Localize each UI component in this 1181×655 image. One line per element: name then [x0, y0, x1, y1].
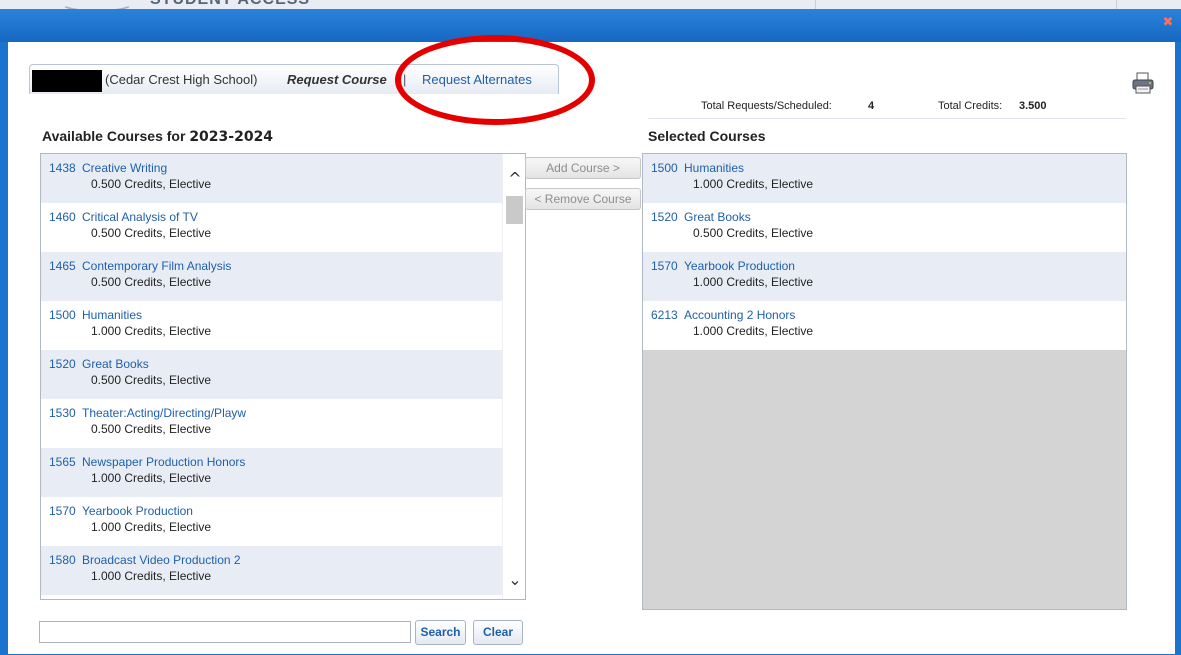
school-year: 2023-2024	[189, 129, 274, 145]
course-credits: 0.500 Credits, Elective	[91, 177, 212, 191]
course-request-dialog: ✖ (Cedar Crest High School) Request Cour…	[0, 9, 1181, 655]
course-credits: 0.500 Credits, Elective	[91, 275, 212, 289]
totals-divider	[648, 118, 1126, 119]
search-button[interactable]: Search	[415, 620, 466, 645]
course-list-item[interactable]: 1520 Great Books 0.500 Credits, Elective	[41, 350, 525, 399]
course-name[interactable]: Yearbook Production	[82, 504, 193, 518]
course-number: 1580	[49, 553, 76, 567]
course-list-item[interactable]: 1580 Broadcast Video Production 2 1.000 Cr…	[41, 546, 525, 595]
dialog-content: (Cedar Crest High School) Request Course…	[8, 35, 1175, 654]
course-name[interactable]: Newspaper Production Honors	[82, 455, 245, 469]
dialog-titlebar: ✖	[0, 9, 1181, 42]
course-credits: 0.500 Credits, Elective	[91, 226, 212, 240]
course-number: 1500	[49, 308, 76, 322]
course-number: 1520	[49, 357, 76, 371]
course-credits: 1.000 Credits, Elective	[693, 177, 814, 191]
course-name[interactable]: Creative Writing	[82, 161, 167, 175]
list-scrollbar[interactable]: ^ ⌄	[502, 154, 525, 599]
background-title: STUDENT ACCESS	[150, 0, 310, 9]
course-credits: 1.000 Credits, Elective	[693, 324, 814, 338]
course-list-item[interactable]: 6213 Accounting 2 Honors 1.000 Credits, El…	[643, 301, 1126, 350]
course-number: 1565	[49, 455, 76, 469]
course-name[interactable]: Great Books	[684, 210, 751, 224]
chevron-up-icon[interactable]: ^	[507, 171, 523, 187]
course-credits: 1.000 Credits, Elective	[91, 471, 212, 485]
total-requests-label: Total Requests/Scheduled:	[701, 100, 832, 112]
student-name-redacted	[32, 70, 102, 92]
course-list-item[interactable]: 1500 Humanities 1.000 Credits, Elective	[41, 301, 525, 350]
course-number: 1465	[49, 259, 76, 273]
background-panel	[815, 0, 1117, 9]
course-credits: 0.500 Credits, Elective	[693, 226, 814, 240]
course-number: 1570	[651, 259, 678, 273]
selected-courses-list[interactable]: 1500 Humanities 1.000 Credits, Elective 152…	[642, 153, 1127, 610]
course-list-item[interactable]: 1570 Yearbook Production 1.000 Credits, El…	[41, 497, 525, 546]
course-name[interactable]: Critical Analysis of TV	[82, 210, 198, 224]
course-number: 1570	[49, 504, 76, 518]
clear-button[interactable]: Clear	[473, 620, 523, 645]
search-input[interactable]	[39, 621, 411, 643]
remove-course-button[interactable]: < Remove Course	[525, 188, 641, 210]
close-icon[interactable]: ✖	[1161, 16, 1175, 30]
course-list-item[interactable]: 1460 Critical Analysis of TV 0.500 Credits…	[41, 203, 525, 252]
tab-request-course[interactable]: Request Course	[287, 72, 387, 87]
total-credits-value: 3.500	[1019, 100, 1047, 112]
course-number: 1500	[651, 161, 678, 175]
course-name[interactable]: Great Books	[82, 357, 149, 371]
course-credits: 1.000 Credits, Elective	[693, 275, 814, 289]
course-name[interactable]: Humanities	[684, 161, 744, 175]
course-name[interactable]: Humanities	[82, 308, 142, 322]
course-list-item[interactable]: 1530 Theater:Acting/Directing/Playw 0.500 …	[41, 399, 525, 448]
total-credits-label: Total Credits:	[938, 100, 1003, 112]
total-requests-value: 4	[868, 100, 875, 112]
course-list-item[interactable]: 1570 Yearbook Production 1.000 Credits, El…	[643, 252, 1126, 301]
scrollbar-thumb[interactable]	[506, 196, 523, 224]
printer-icon[interactable]	[1131, 72, 1155, 94]
available-courses-header: Available Courses for 2023-2024	[42, 128, 273, 145]
course-list-item[interactable]: 1520 Great Books 0.500 Credits, Elective	[643, 203, 1126, 252]
course-credits: 1.000 Credits, Elective	[91, 324, 212, 338]
course-number: 1520	[651, 210, 678, 224]
course-credits: 0.500 Credits, Elective	[91, 373, 212, 387]
course-number: 1438	[49, 161, 76, 175]
selected-courses-header: Selected Courses	[648, 128, 766, 144]
course-name[interactable]: Theater:Acting/Directing/Playw	[82, 406, 246, 420]
course-number: 6213	[651, 308, 678, 322]
course-name[interactable]: Accounting 2 Honors	[684, 308, 795, 322]
course-list-item[interactable]: 1500 Humanities 1.000 Credits, Elective	[643, 154, 1126, 203]
school-context-label: (Cedar Crest High School)	[105, 72, 258, 87]
course-credits: 1.000 Credits, Elective	[91, 520, 212, 534]
add-course-button[interactable]: Add Course >	[525, 157, 641, 179]
course-number: 1530	[49, 406, 76, 420]
course-name[interactable]: Yearbook Production	[684, 259, 795, 273]
course-list-item[interactable]: 1565 Newspaper Production Honors 1.000 Cre…	[41, 448, 525, 497]
course-credits: 1.000 Credits, Elective	[91, 569, 212, 583]
course-number: 1460	[49, 210, 76, 224]
course-credits: 0.500 Credits, Elective	[91, 422, 212, 436]
available-header-prefix: Available Courses for	[42, 128, 186, 144]
tab-separator: |	[403, 72, 407, 87]
tab-bar: (Cedar Crest High School) Request Course…	[29, 64, 559, 94]
course-list-item[interactable]: 1438 Creative Writing 0.500 Credits, Elect…	[41, 154, 525, 203]
chevron-down-icon[interactable]: ⌄	[507, 572, 523, 588]
course-name[interactable]: Contemporary Film Analysis	[82, 259, 231, 273]
course-name[interactable]: Broadcast Video Production 2	[82, 553, 241, 567]
available-courses-list[interactable]: 1438 Creative Writing 0.500 Credits, Elect…	[40, 153, 526, 600]
tab-request-alternates[interactable]: Request Alternates	[422, 72, 532, 87]
course-list-item[interactable]: 1465 Contemporary Film Analysis 0.500 Cred…	[41, 252, 525, 301]
